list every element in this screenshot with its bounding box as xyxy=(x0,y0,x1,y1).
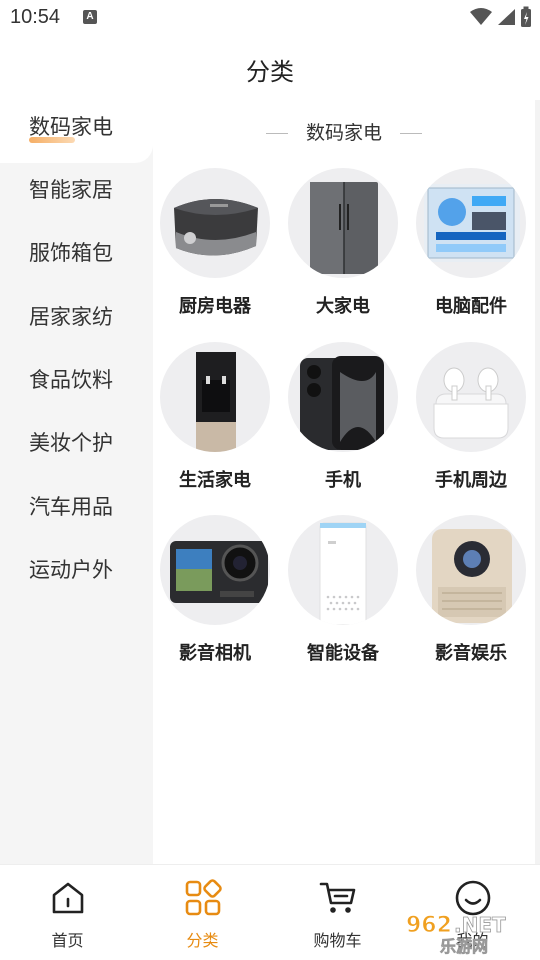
sidebar-item-smart-home[interactable]: 智能家居 xyxy=(0,163,153,226)
page-title: 分类 xyxy=(246,58,294,86)
site-watermark-logo: 962 .NET 乐游网 xyxy=(406,913,507,957)
sidebar-item-label: 数码家电 xyxy=(29,115,113,139)
status-bar: 10:54 A xyxy=(0,0,540,36)
category-cameras[interactable]: 影音相机 xyxy=(156,515,274,665)
nav-label: 首页 xyxy=(51,931,84,950)
nav-cart[interactable]: 购物车 xyxy=(270,865,405,960)
category-major-appliances[interactable]: 大家电 xyxy=(284,168,402,318)
section-heading-text: 数码家电 xyxy=(305,122,382,144)
sidebar-item-label: 汽车用品 xyxy=(29,495,113,519)
category-pc-parts[interactable]: 电脑配件 xyxy=(412,168,530,318)
category-label: 影音相机 xyxy=(179,643,251,664)
category-label: 大家电 xyxy=(316,296,370,317)
category-grid-icon xyxy=(185,879,222,916)
nav-label: 分类 xyxy=(186,931,219,950)
category-smart-devices[interactable]: 智能设备 xyxy=(284,515,402,665)
nav-label: 购物车 xyxy=(313,931,362,950)
sidebar-item-car-supplies[interactable]: 汽车用品 xyxy=(0,480,153,543)
category-label: 厨房电器 xyxy=(179,296,251,317)
category-label: 手机周边 xyxy=(435,470,507,491)
water-dispenser-icon xyxy=(160,342,270,452)
sidebar-item-sports-outdoor[interactable]: 运动户外 xyxy=(0,543,153,606)
projector-icon xyxy=(416,515,526,625)
sidebar-item-home-textiles[interactable]: 居家家纺 xyxy=(0,290,153,353)
category-kitchen-appliances[interactable]: 厨房电器 xyxy=(156,168,274,318)
sidebar-item-label: 美妆个护 xyxy=(29,431,113,455)
status-time: 10:54 xyxy=(10,6,61,28)
category-label: 手机 xyxy=(325,470,361,491)
smartphone-icon xyxy=(288,342,398,452)
nav-home[interactable]: 首页 xyxy=(0,865,135,960)
category-phone-accessories[interactable]: 手机周边 xyxy=(412,342,530,492)
sidebar-item-food-drinks[interactable]: 食品饮料 xyxy=(0,353,153,416)
sidebar-item-label: 运动户外 xyxy=(29,558,113,582)
sidebar-item-beauty-care[interactable]: 美妆个护 xyxy=(0,416,153,479)
category-home-appliances[interactable]: 生活家电 xyxy=(156,342,274,492)
divider xyxy=(400,133,422,134)
refrigerator-icon xyxy=(288,168,398,278)
sidebar-item-label: 智能家居 xyxy=(29,178,113,202)
category-entertainment[interactable]: 影音娱乐 xyxy=(412,515,530,665)
category-label: 生活家电 xyxy=(179,470,251,491)
category-label: 影音娱乐 xyxy=(435,643,507,664)
nav-category[interactable]: 分类 xyxy=(135,865,270,960)
divider xyxy=(265,133,288,134)
battery-icon xyxy=(521,6,531,27)
status-icons xyxy=(470,6,532,28)
svg-text:.NET: .NET xyxy=(454,913,506,937)
sidebar-item-digital-appliances[interactable]: 数码家电 xyxy=(0,100,153,163)
sidebar-item-label: 食品饮料 xyxy=(29,368,113,392)
pc-case-icon xyxy=(416,168,526,278)
scroll-track xyxy=(535,100,540,864)
home-icon xyxy=(52,882,83,914)
notification-icon: A xyxy=(83,10,97,24)
smart-speaker-icon xyxy=(288,515,398,625)
action-camera-icon xyxy=(160,515,270,625)
sidebar-item-label: 居家家纺 xyxy=(29,305,113,329)
category-phones[interactable]: 手机 xyxy=(284,342,402,492)
cart-icon xyxy=(319,882,355,913)
signal-icon xyxy=(498,9,515,25)
svg-text:962: 962 xyxy=(406,913,452,938)
section-heading: 数码家电 xyxy=(153,118,535,145)
category-sidebar: 数码家电 智能家居 服饰箱包 居家家纺 食品饮料 美妆个护 汽车用品 运动户外 xyxy=(0,100,153,864)
category-label: 电脑配件 xyxy=(435,296,507,317)
sidebar-item-apparel-bags[interactable]: 服饰箱包 xyxy=(0,226,153,289)
category-label: 智能设备 xyxy=(307,643,379,664)
svg-text:乐游网: 乐游网 xyxy=(440,937,488,956)
earbuds-icon xyxy=(416,342,526,452)
wifi-icon xyxy=(470,8,492,25)
sidebar-item-label: 服饰箱包 xyxy=(29,241,113,265)
rice-cooker-icon xyxy=(160,168,270,278)
